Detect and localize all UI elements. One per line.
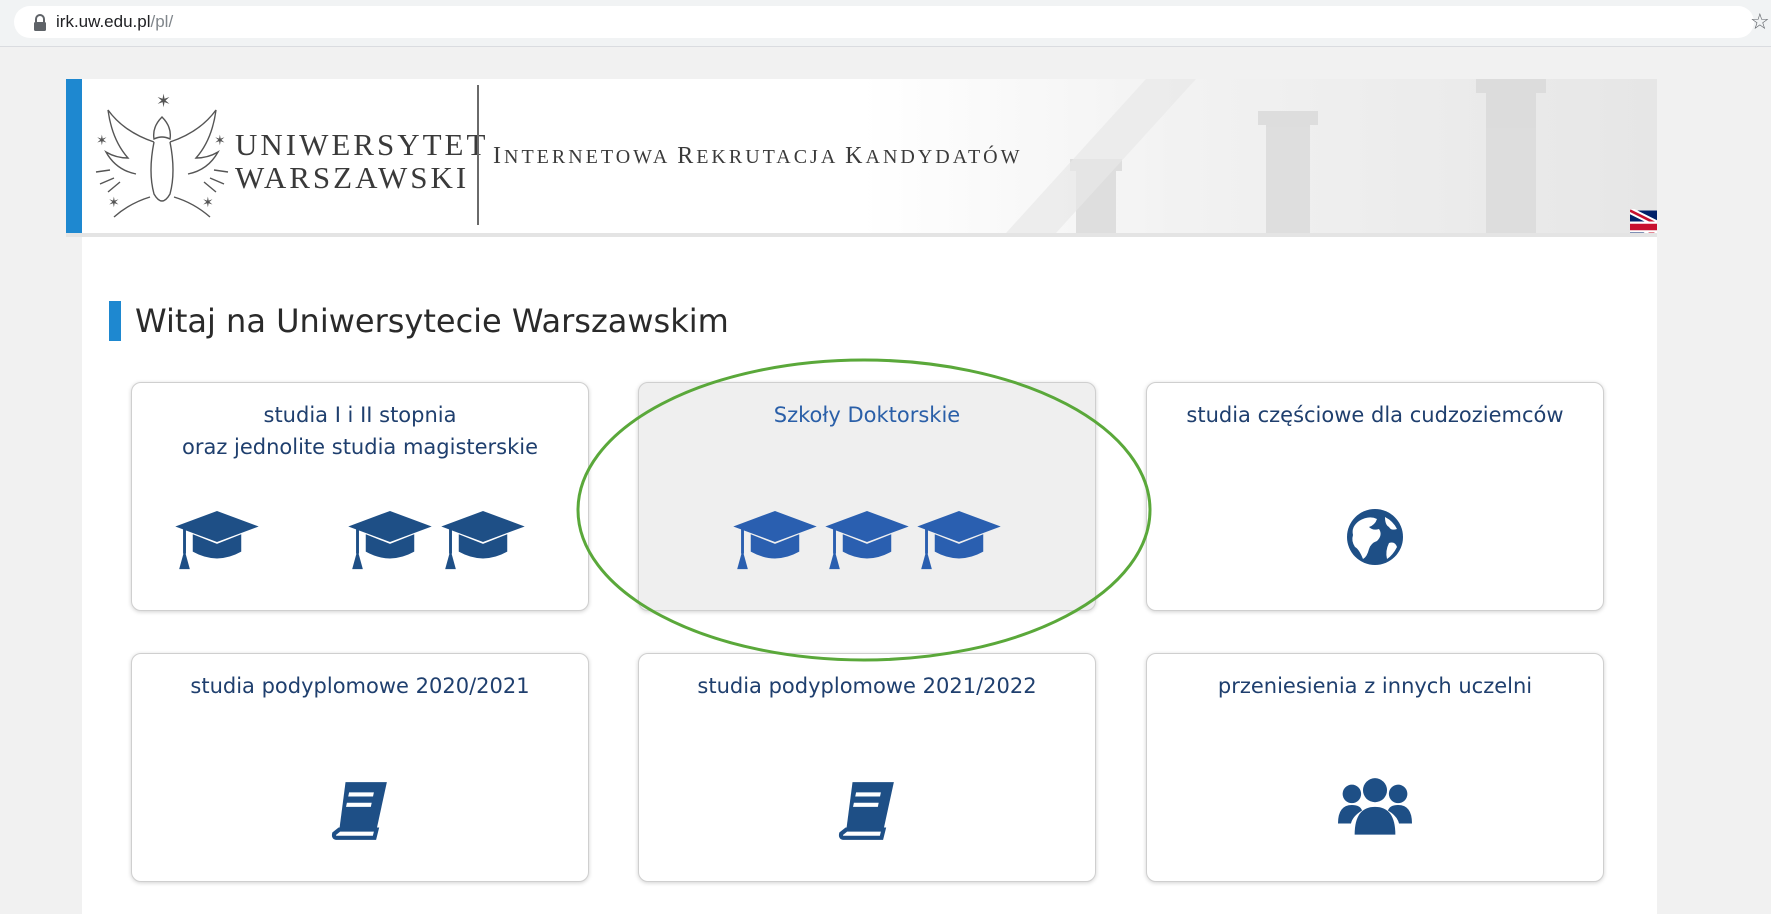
lock-icon	[34, 14, 46, 31]
tile-postgraduate-2021-2022[interactable]: studia podyplomowe 2021/2022	[638, 653, 1096, 882]
university-name: UNIWERSYTET WARSZAWSKI	[235, 127, 489, 195]
svg-text:✶: ✶	[96, 133, 108, 149]
tile-icons	[1147, 772, 1603, 838]
spacer	[266, 509, 342, 573]
bookmark-star-icon[interactable]: ☆	[1750, 11, 1770, 33]
building-columns-decoration	[1006, 79, 1546, 233]
book-icon	[838, 780, 896, 842]
tile-icons	[122, 509, 578, 573]
tile-label: studia I i II stopnia oraz jednolite stu…	[181, 403, 539, 459]
tile-icons	[639, 509, 1095, 573]
graduation-cap-icon	[346, 509, 434, 573]
tile-label: studia podyplomowe 2021/2022	[697, 674, 1037, 698]
university-eagle-logo: ✶ ✶ ✶ ✶ ✶	[95, 91, 229, 218]
globe-icon	[1345, 507, 1405, 567]
tile-postgraduate-2020-2021[interactable]: studia podyplomowe 2020/2021	[131, 653, 589, 882]
graduation-cap-icon	[173, 509, 261, 573]
book-icon	[331, 780, 389, 842]
tile-transfers-other-universities[interactable]: przeniesienia z innych uczelni	[1146, 653, 1604, 882]
tile-partial-studies-foreigners[interactable]: studia częściowe dla cudzoziemców	[1146, 382, 1604, 611]
tile-bachelor-master-studies[interactable]: studia I i II stopnia oraz jednolite stu…	[131, 382, 589, 611]
tile-label: Szkoły Doktorskie	[773, 403, 961, 427]
graduation-cap-icon	[823, 509, 911, 573]
tile-label: studia częściowe dla cudzoziemców	[1186, 403, 1564, 427]
system-name: INTERNETOWA REKRUTACJA KANDYDATÓW	[493, 143, 1023, 169]
title-accent-bar	[109, 301, 121, 341]
tile-icons	[132, 780, 588, 842]
tile-doctoral-schools[interactable]: Szkoły Doktorskie	[638, 382, 1096, 611]
svg-text:✶: ✶	[214, 133, 226, 149]
browser-toolbar: irk.uw.edu.pl/pl/ ☆	[0, 0, 1771, 47]
tile-icons	[1147, 507, 1603, 567]
tile-icons	[639, 780, 1095, 842]
english-flag-icon[interactable]	[1628, 207, 1657, 233]
tile-label: studia podyplomowe 2020/2021	[190, 674, 530, 698]
graduation-cap-icon	[731, 509, 819, 573]
header-accent-bar	[66, 79, 82, 233]
graduation-cap-icon	[439, 509, 527, 573]
address-bar[interactable]	[14, 6, 1754, 38]
svg-text:✶: ✶	[108, 195, 120, 211]
tile-label: przeniesienia z innych uczelni	[1217, 674, 1533, 698]
page-title: Witaj na Uniwersytecie Warszawskim	[135, 302, 729, 340]
url-text[interactable]: irk.uw.edu.pl/pl/	[56, 12, 173, 32]
svg-text:✶: ✶	[156, 91, 171, 112]
svg-text:✶: ✶	[202, 195, 214, 211]
graduation-cap-icon	[915, 509, 1003, 573]
header-divider	[477, 85, 479, 225]
users-icon	[1338, 772, 1412, 838]
